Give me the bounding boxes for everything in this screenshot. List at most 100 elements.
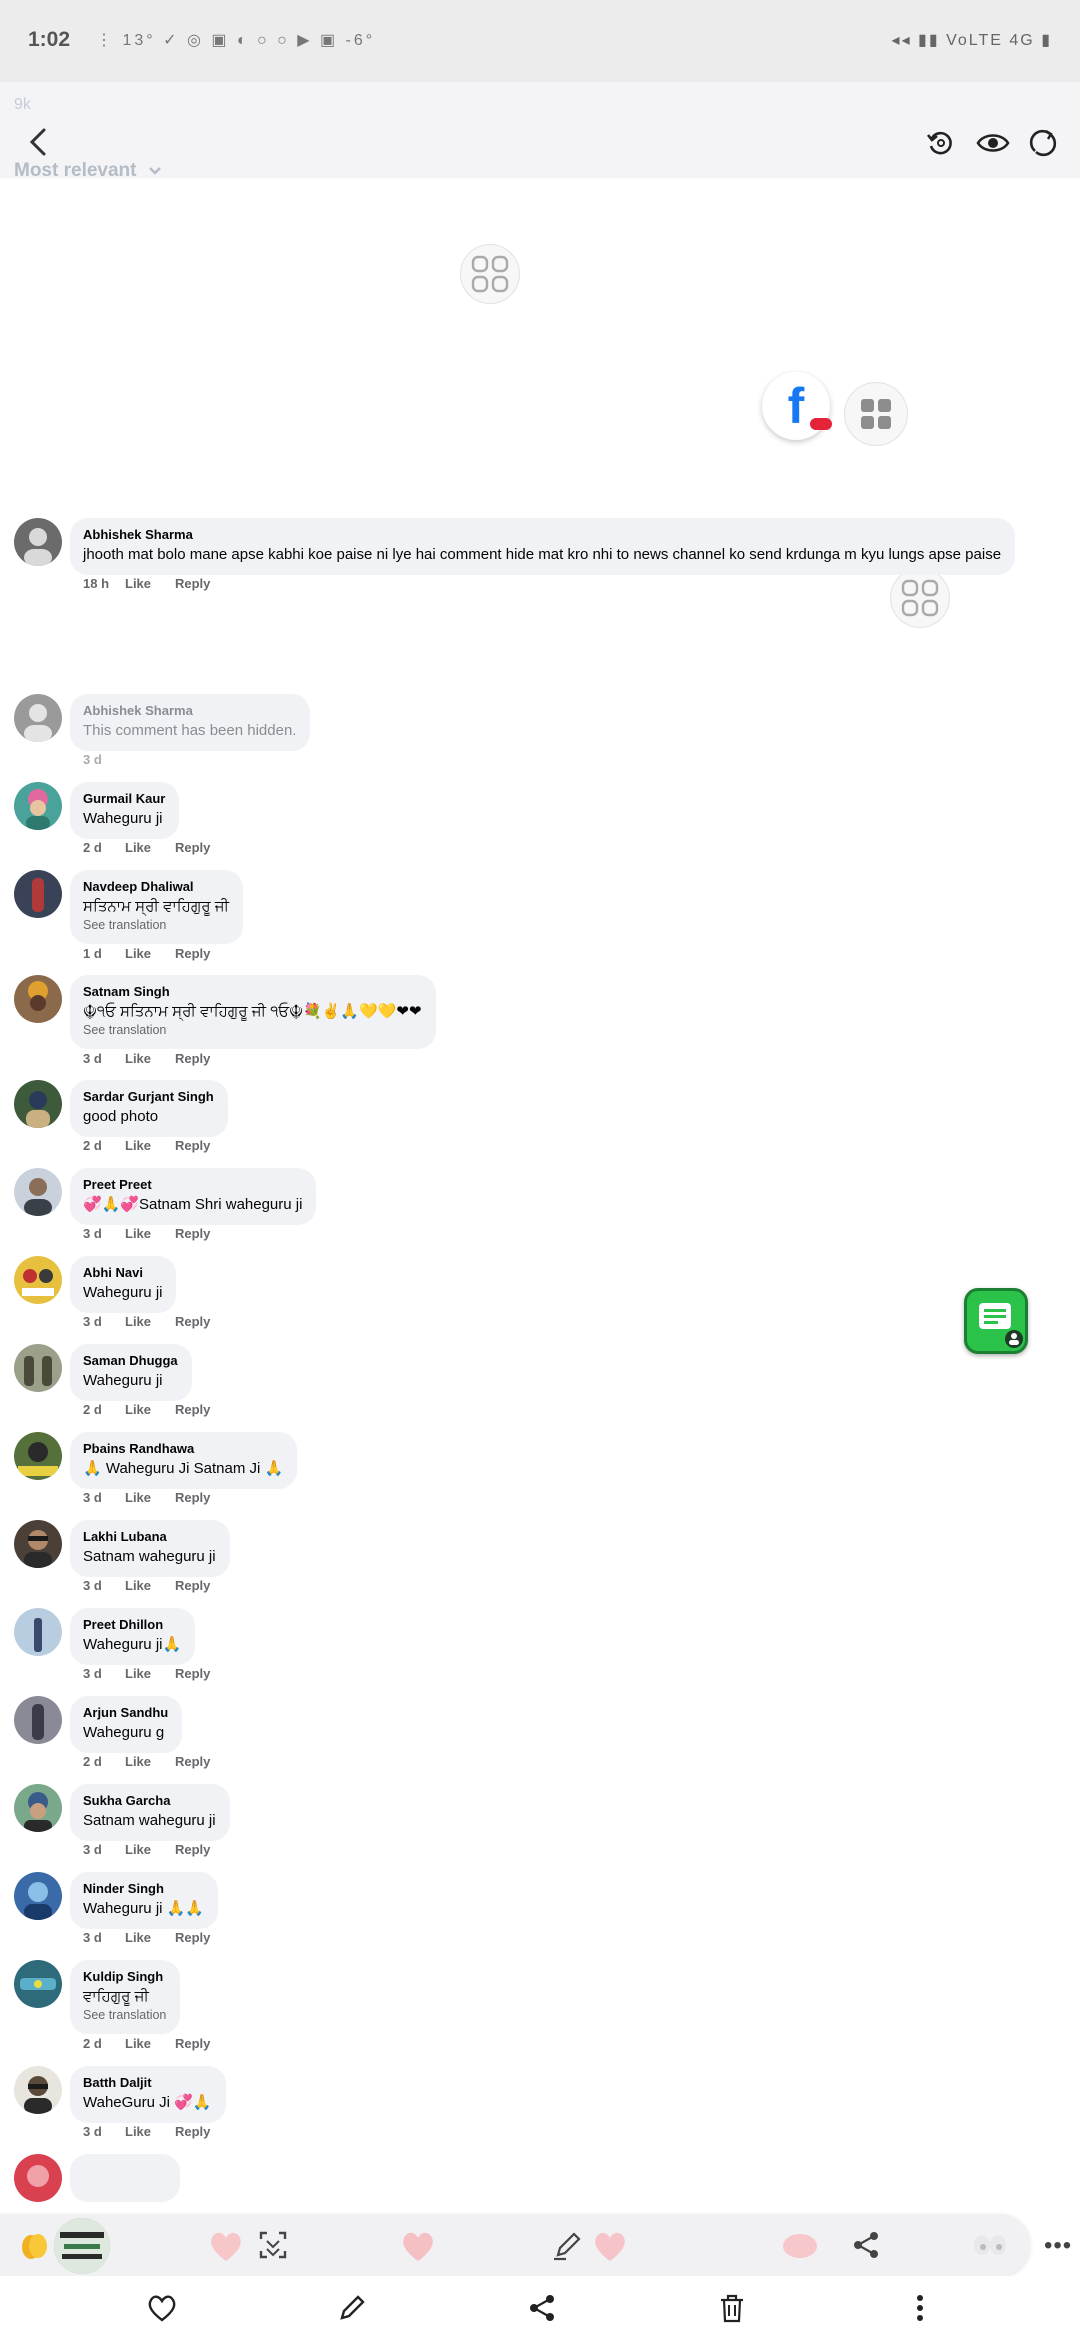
back-button[interactable] [24, 122, 54, 162]
comment-author[interactable]: Preet Dhillon [83, 1616, 181, 1634]
reply-button[interactable]: Reply [175, 1051, 210, 1066]
apps-float-button[interactable] [844, 382, 908, 446]
avatar[interactable] [14, 1344, 62, 1392]
view-button[interactable] [976, 126, 1010, 160]
reply-button[interactable]: Reply [175, 1578, 210, 1593]
reply-button[interactable]: Reply [175, 1490, 210, 1505]
like-button[interactable]: Like [125, 1754, 175, 1769]
comment-author[interactable]: Sardar Gurjant Singh [83, 1088, 214, 1106]
reaction-love-button[interactable] [398, 2228, 438, 2264]
comment-bubble[interactable]: Ninder Singh Waheguru ji 🙏🙏 [70, 1872, 219, 1929]
reaction-heart-button[interactable] [206, 2228, 246, 2264]
like-button[interactable]: Like [125, 1930, 175, 1945]
more-options-button[interactable]: ••• [1044, 2232, 1072, 2260]
comment-bubble[interactable]: Arjun Sandhu Waheguru g [70, 1696, 183, 1753]
reply-button[interactable]: Reply [175, 2124, 210, 2139]
reply-button[interactable]: Reply [175, 1930, 210, 1945]
sort-dropdown[interactable]: Most relevant [14, 160, 162, 182]
like-button[interactable]: Like [125, 1314, 175, 1329]
comment-author[interactable]: Ninder Singh [83, 1880, 204, 1898]
comment-bubble[interactable]: Navdeep Dhaliwal ਸਤਿਨਾਮ ਸ੍ਰੀ ਵਾਹਿਗੁਰੂ ਜੀ… [70, 870, 244, 944]
brain-button[interactable] [780, 2228, 820, 2264]
favorite-button[interactable] [144, 2290, 180, 2326]
comment-bubble[interactable]: Abhi Navi Waheguru ji [70, 1256, 177, 1313]
comment-bubble[interactable]: Satnam Singh ☬੧ਓ ਸਤਿਨਾਮ ਸ੍ਰੀ ਵਾਹਿਗੁਰੂ ਜੀ… [70, 975, 436, 1049]
avatar[interactable] [14, 870, 62, 918]
comment-author[interactable]: Kuldip Singh [83, 1968, 166, 1986]
comment-author[interactable]: Gurmail Kaur [83, 790, 165, 808]
like-button[interactable]: Like [125, 1051, 175, 1066]
avatar[interactable] [14, 1168, 62, 1216]
more-vertical-button[interactable] [902, 2290, 938, 2326]
comment-author[interactable]: Arjun Sandhu [83, 1704, 168, 1722]
comment-bubble[interactable]: Sukha Garcha Satnam waheguru ji [70, 1784, 230, 1841]
sync-button[interactable] [1026, 126, 1060, 160]
reply-button[interactable]: Reply [175, 1226, 210, 1241]
reply-button[interactable]: Reply [175, 576, 210, 591]
like-button[interactable]: Like [125, 1578, 175, 1593]
comment-bubble[interactable]: Abhishek Sharma jhooth mat bolo mane aps… [70, 518, 1016, 575]
comment-author[interactable]: Satnam Singh [83, 983, 422, 1001]
avatar[interactable] [14, 2154, 62, 2202]
comment-bubble[interactable]: Saman Dhugga Waheguru ji [70, 1344, 192, 1401]
like-button[interactable]: Like [125, 1490, 175, 1505]
like-button[interactable]: Like [125, 1666, 175, 1681]
edit-button[interactable] [550, 2226, 586, 2264]
comment-author[interactable]: Pbains Randhawa [83, 1440, 283, 1458]
like-button[interactable]: Like [125, 1402, 175, 1417]
comment-bubble[interactable]: Preet Dhillon Waheguru ji🙏 [70, 1608, 196, 1665]
grid-float-button-2[interactable] [890, 568, 950, 628]
eyes-button[interactable] [970, 2230, 1010, 2260]
comment-author[interactable]: Sukha Garcha [83, 1792, 216, 1810]
avatar[interactable] [14, 1256, 62, 1304]
comment-bubble[interactable]: Abhishek Sharma This comment has been hi… [70, 694, 311, 751]
chat-float-button[interactable] [964, 1288, 1028, 1354]
comment-author[interactable]: Saman Dhugga [83, 1352, 178, 1370]
comment-bubble[interactable] [70, 2154, 180, 2202]
reply-button[interactable]: Reply [175, 1754, 210, 1769]
rotate-button[interactable] [924, 126, 958, 160]
avatar[interactable] [14, 1608, 62, 1656]
avatar[interactable] [14, 1080, 62, 1128]
avatar[interactable] [14, 1696, 62, 1744]
like-button[interactable]: Like [125, 946, 175, 961]
avatar[interactable] [14, 1520, 62, 1568]
pencil-edit-button[interactable] [334, 2290, 370, 2326]
like-button[interactable]: Like [125, 1138, 175, 1153]
avatar[interactable] [14, 1432, 62, 1480]
comment-author[interactable]: Batth Daljit [83, 2074, 212, 2092]
avatar[interactable] [14, 1960, 62, 2008]
share-button[interactable] [848, 2226, 884, 2264]
comment-author[interactable]: Abhishek Sharma [83, 526, 1001, 544]
delete-button[interactable] [714, 2290, 750, 2326]
facebook-chat-head[interactable]: f [762, 372, 832, 440]
like-button[interactable]: Like [125, 840, 175, 855]
avatar[interactable] [14, 975, 62, 1023]
reply-button[interactable]: Reply [175, 1666, 210, 1681]
like-button[interactable]: Like [125, 1226, 175, 1241]
like-button[interactable]: Like [125, 2124, 175, 2139]
comment-bubble[interactable]: Pbains Randhawa 🙏 Waheguru Ji Satnam Ji … [70, 1432, 298, 1489]
comment-bubble[interactable]: Batth Daljit WaheGuru Ji 💞🙏 [70, 2066, 226, 2123]
like-button[interactable]: Like [125, 1842, 175, 1857]
comment-bubble[interactable]: Lakhi Lubana Satnam waheguru ji [70, 1520, 230, 1577]
avatar[interactable] [14, 1872, 62, 1920]
reply-button[interactable]: Reply [175, 946, 210, 961]
reply-button[interactable]: Reply [175, 840, 210, 855]
grid-float-button[interactable] [460, 244, 520, 304]
bottom-share-button[interactable] [524, 2290, 560, 2326]
like-button[interactable]: Like [125, 576, 175, 591]
comment-bubble[interactable]: Gurmail Kaur Waheguru ji [70, 782, 180, 839]
avatar[interactable] [14, 2066, 62, 2114]
reply-button[interactable]: Reply [175, 1402, 210, 1417]
comment-bubble[interactable]: Sardar Gurjant Singh good photo [70, 1080, 228, 1137]
reply-button[interactable]: Reply [175, 1138, 210, 1153]
see-translation-link[interactable]: See translation [83, 1022, 422, 1039]
comment-author[interactable]: Abhishek Sharma [83, 702, 296, 720]
profile-thumb[interactable] [54, 2218, 110, 2274]
avatar[interactable] [14, 1784, 62, 1832]
avatar[interactable] [14, 518, 62, 566]
reply-button[interactable]: Reply [175, 1314, 210, 1329]
reply-button[interactable]: Reply [175, 2036, 210, 2051]
comment-bubble[interactable]: Kuldip Singh ਵਾਹਿਗੁਰੂ ਜੀ See translation [70, 1960, 181, 2034]
